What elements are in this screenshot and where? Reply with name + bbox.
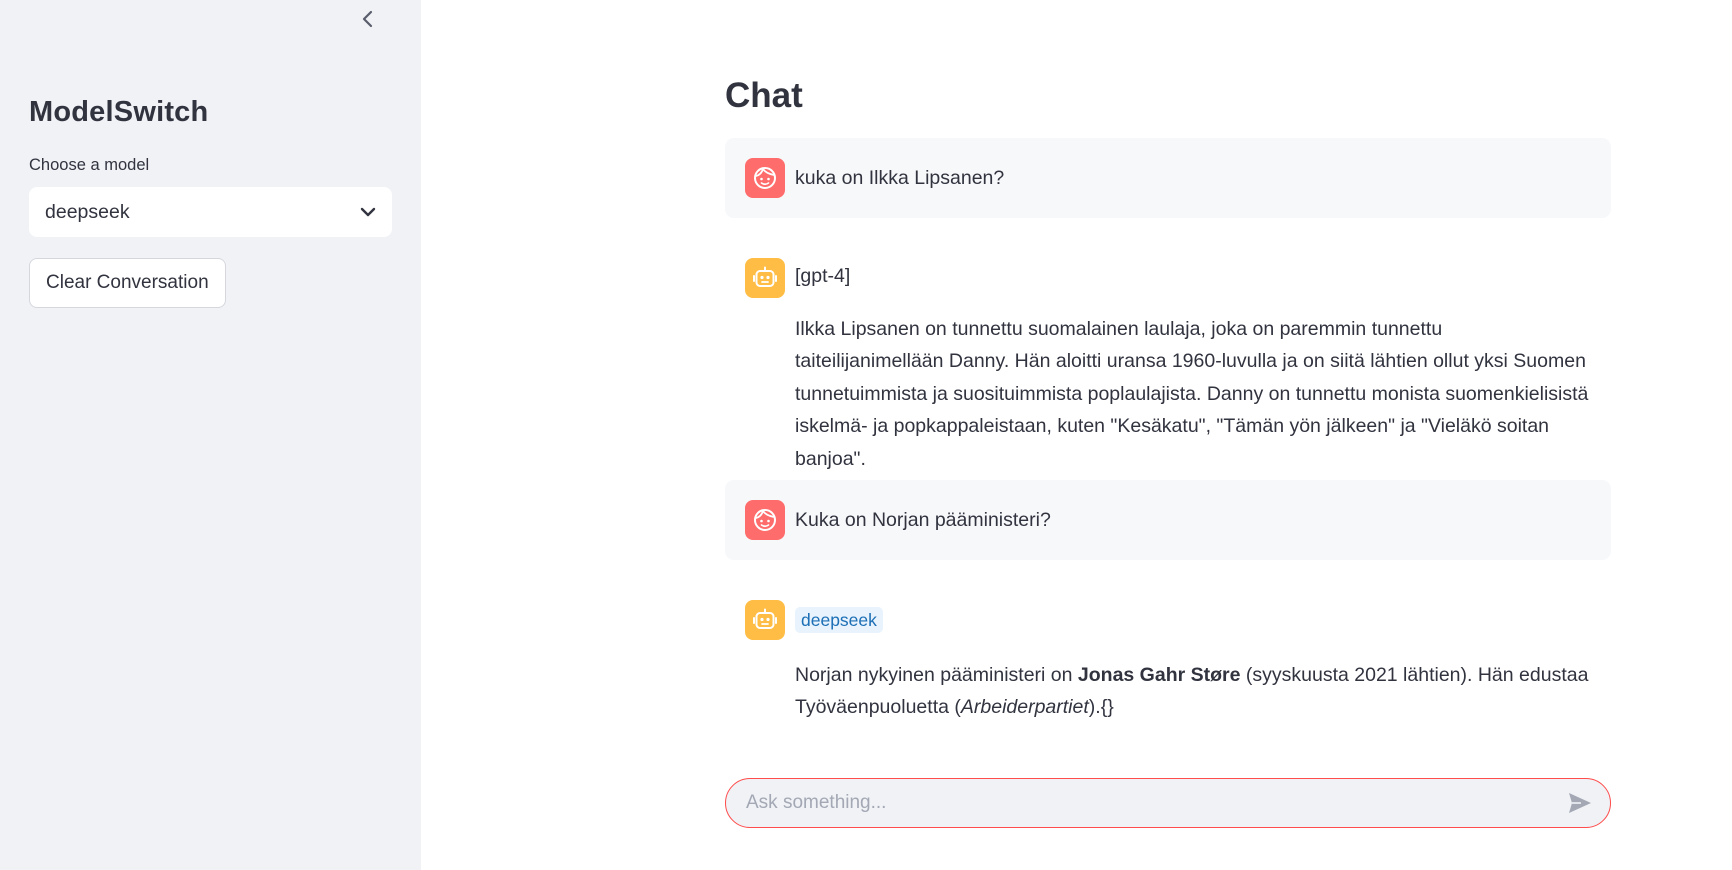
send-button[interactable] xyxy=(1560,783,1600,823)
message-text: Ilkka Lipsanen on tunnettu suomalainen l… xyxy=(795,317,1589,470)
face-icon xyxy=(754,508,776,531)
chat-input-container xyxy=(725,778,1611,828)
model-select[interactable]: deepseek xyxy=(29,187,392,237)
message-content: [gpt-4] Ilkka Lipsanen on tunnettu suoma… xyxy=(795,260,1591,475)
user-avatar xyxy=(745,500,785,540)
assistant-avatar xyxy=(745,600,785,640)
chevron-left-icon xyxy=(362,10,373,28)
chat-message-assistant: [gpt-4] Ilkka Lipsanen on tunnettu suoma… xyxy=(725,238,1611,470)
chevron-down-icon xyxy=(360,207,376,217)
model-label-text: [gpt-4] xyxy=(795,265,851,287)
robot-icon xyxy=(753,608,777,629)
robot-icon xyxy=(753,266,777,287)
message-text-italic: Arbeiderpartiet xyxy=(960,696,1089,718)
message-text-part: Norjan nykyinen pääministeri on xyxy=(795,663,1078,686)
clear-conversation-button[interactable]: Clear Conversation xyxy=(29,258,226,308)
chat-input[interactable] xyxy=(726,780,1560,826)
model-tag: deepseek xyxy=(795,607,883,633)
app-window: ModelSwitch Choose a model deepseek Clea… xyxy=(0,0,1732,870)
model-tag-row: deepseek xyxy=(795,604,1591,637)
face-icon xyxy=(754,166,776,189)
assistant-avatar xyxy=(745,258,785,298)
message-text: kuka on Ilkka Lipsanen? xyxy=(795,167,1005,189)
chat-message-user: kuka on Ilkka Lipsanen? xyxy=(725,138,1611,218)
message-text-part: ).{} xyxy=(1088,696,1114,718)
sidebar: ModelSwitch Choose a model deepseek Clea… xyxy=(0,0,421,870)
chat-message-user: Kuka on Norjan pääministeri? xyxy=(725,480,1611,560)
collapse-sidebar-button[interactable] xyxy=(355,6,381,32)
message-text: Kuka on Norjan pääministeri? xyxy=(795,509,1051,531)
message-text: Norjan nykyinen pääministeri on Jonas Ga… xyxy=(795,659,1591,724)
message-content: deepseek Norjan nykyinen pääministeri on… xyxy=(795,604,1591,724)
model-select-label: Choose a model xyxy=(29,156,150,174)
sidebar-title: ModelSwitch xyxy=(29,96,209,128)
user-avatar xyxy=(745,158,785,198)
model-select-value: deepseek xyxy=(45,200,130,223)
send-icon xyxy=(1569,793,1591,813)
main-content: Chat kuka on Ilkka Lipsanen? [gpt-4] Ilk… xyxy=(421,0,1732,870)
page-title: Chat xyxy=(725,76,803,115)
chat-message-assistant: deepseek Norjan nykyinen pääministeri on… xyxy=(725,580,1611,740)
message-text-bold: Jonas Gahr Støre xyxy=(1077,663,1241,686)
